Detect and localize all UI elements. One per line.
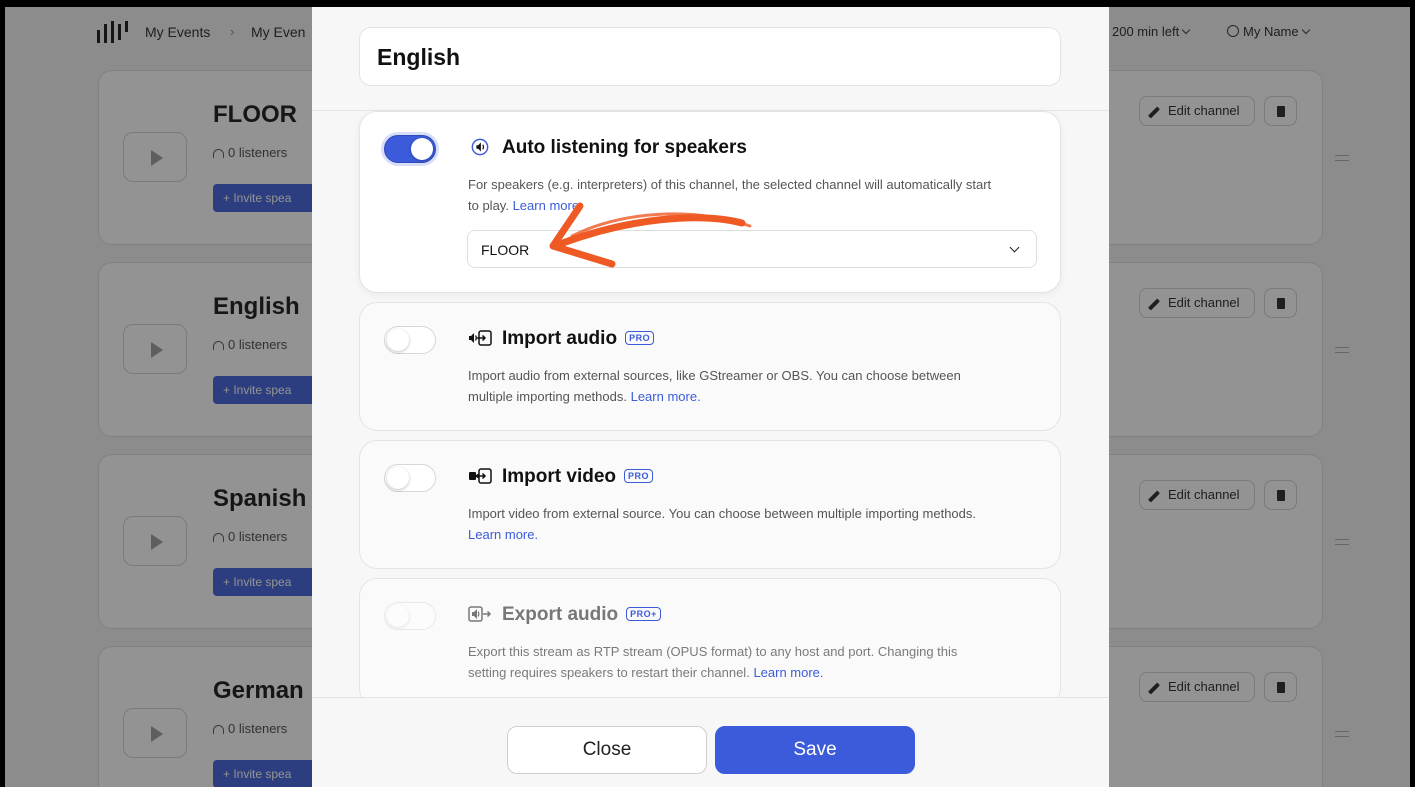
learn-more-link[interactable]: Learn more.: [631, 389, 701, 404]
learn-more-link[interactable]: Learn more.: [753, 665, 823, 680]
option-title: Import video PRO: [468, 466, 654, 488]
pro-badge: PRO: [624, 469, 654, 483]
auto-listen-channel-select[interactable]: FLOOR: [467, 230, 1037, 268]
speaker-auto-icon: [471, 138, 489, 156]
selected-channel: FLOOR: [481, 242, 530, 258]
channel-name-input[interactable]: English: [359, 27, 1061, 86]
import-audio-toggle[interactable]: [384, 326, 436, 354]
export-audio-option: Export audio PRO+ Export this stream as R…: [359, 578, 1061, 707]
learn-more-link[interactable]: Learn more.: [513, 198, 583, 213]
toggle-knob: [411, 138, 433, 160]
modal-header: English: [312, 7, 1109, 111]
option-title: Auto listening for speakers: [468, 137, 747, 159]
option-title: Import audio PRO: [468, 328, 655, 350]
chevron-down-icon: [1009, 242, 1020, 253]
save-button[interactable]: Save: [715, 726, 915, 774]
pro-badge: PRO: [625, 331, 655, 345]
option-description: Import audio from external sources, like…: [468, 368, 961, 404]
pro-plus-badge: PRO+: [626, 607, 661, 621]
option-title: Export audio PRO+: [468, 604, 661, 626]
modal-footer: Close Save: [312, 697, 1109, 787]
import-audio-option: Import audio PRO Import audio from extern…: [359, 302, 1061, 431]
toggle-knob: [387, 467, 409, 489]
auto-listening-option: Auto listening for speakers For speakers…: [359, 111, 1061, 293]
option-description: For speakers (e.g. interpreters) of this…: [468, 177, 992, 213]
option-description: Export this stream as RTP stream (OPUS f…: [468, 644, 958, 680]
import-video-icon: [469, 468, 492, 484]
import-video-option: Import video PRO Import video from extern…: [359, 440, 1061, 569]
import-video-toggle[interactable]: [384, 464, 436, 492]
toggle-knob: [387, 329, 409, 351]
close-button[interactable]: Close: [507, 726, 707, 774]
export-audio-toggle[interactable]: [384, 602, 436, 630]
option-description: Import video from external source. You c…: [468, 506, 976, 542]
export-audio-icon: [468, 606, 492, 622]
auto-listening-toggle[interactable]: [384, 135, 436, 163]
edit-channel-modal: English Auto listening for speakers For …: [312, 7, 1109, 787]
toggle-knob: [387, 605, 409, 627]
import-audio-icon: [469, 330, 492, 346]
learn-more-link[interactable]: Learn more.: [468, 527, 538, 542]
